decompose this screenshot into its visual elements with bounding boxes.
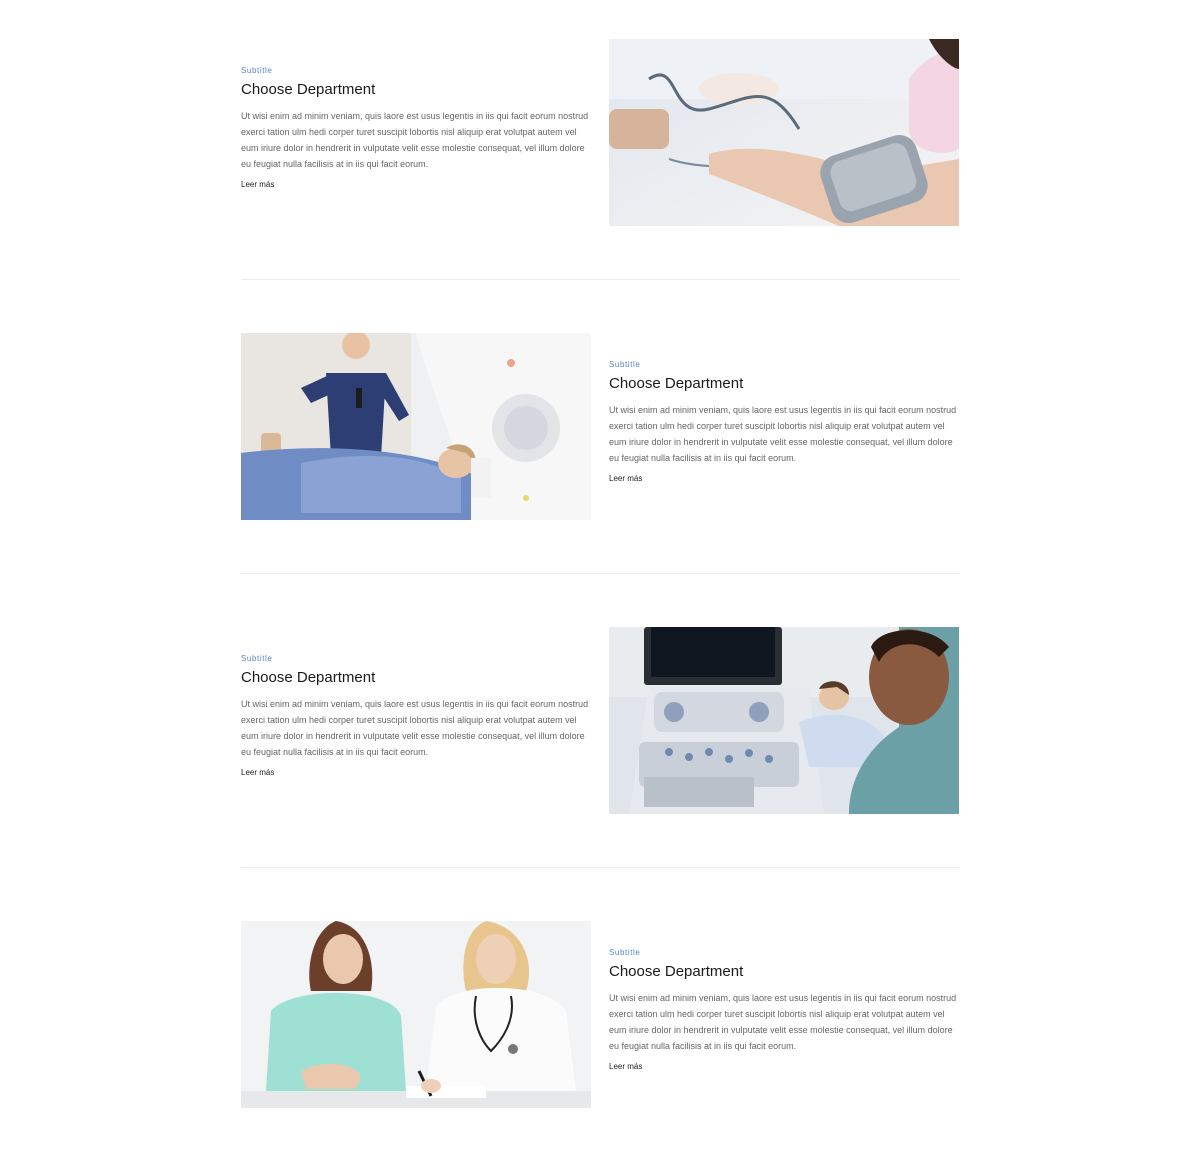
read-more-link[interactable]: Leer más [609, 1062, 642, 1071]
section-title: Choose Department [609, 963, 744, 980]
section-subtitle: Subtitle [241, 66, 273, 75]
department-section-4: Subtitle Choose Department Ut wisi enim … [241, 921, 960, 1108]
read-more-link[interactable]: Leer más [241, 768, 274, 777]
section-title: Choose Department [241, 669, 376, 686]
section-subtitle: Subtitle [609, 948, 641, 957]
read-more-link[interactable]: Leer más [609, 474, 642, 483]
mri-scanner-photo [241, 333, 591, 520]
section-text: Subtitle Choose Department Ut wisi enim … [609, 921, 959, 1074]
read-more-link[interactable]: Leer más [241, 180, 274, 189]
section-subtitle: Subtitle [609, 360, 641, 369]
section-description: Ut wisi enim ad minim veniam, quis laore… [609, 405, 957, 463]
section-title: Choose Department [241, 81, 376, 98]
page: Subtitle Choose Department Ut wisi enim … [0, 0, 1200, 1154]
section-divider [241, 573, 960, 574]
section-description: Ut wisi enim ad minim veniam, quis laore… [609, 993, 957, 1051]
section-title: Choose Department [609, 375, 744, 392]
section-description: Ut wisi enim ad minim veniam, quis laore… [241, 111, 589, 169]
section-text: Subtitle Choose Department Ut wisi enim … [609, 333, 959, 486]
section-text: Subtitle Choose Department Ut wisi enim … [241, 39, 591, 192]
department-section-2: Subtitle Choose Department Ut wisi enim … [241, 333, 960, 520]
department-section-1: Subtitle Choose Department Ut wisi enim … [241, 39, 960, 226]
section-subtitle: Subtitle [241, 654, 273, 663]
doctor-consultation-photo [241, 921, 591, 1108]
blood-pressure-check-photo [609, 39, 959, 226]
ultrasound-exam-photo [609, 627, 959, 814]
section-text: Subtitle Choose Department Ut wisi enim … [241, 627, 591, 780]
section-divider [241, 867, 960, 868]
department-section-3: Subtitle Choose Department Ut wisi enim … [241, 627, 960, 814]
section-description: Ut wisi enim ad minim veniam, quis laore… [241, 699, 589, 757]
section-divider [241, 279, 960, 280]
